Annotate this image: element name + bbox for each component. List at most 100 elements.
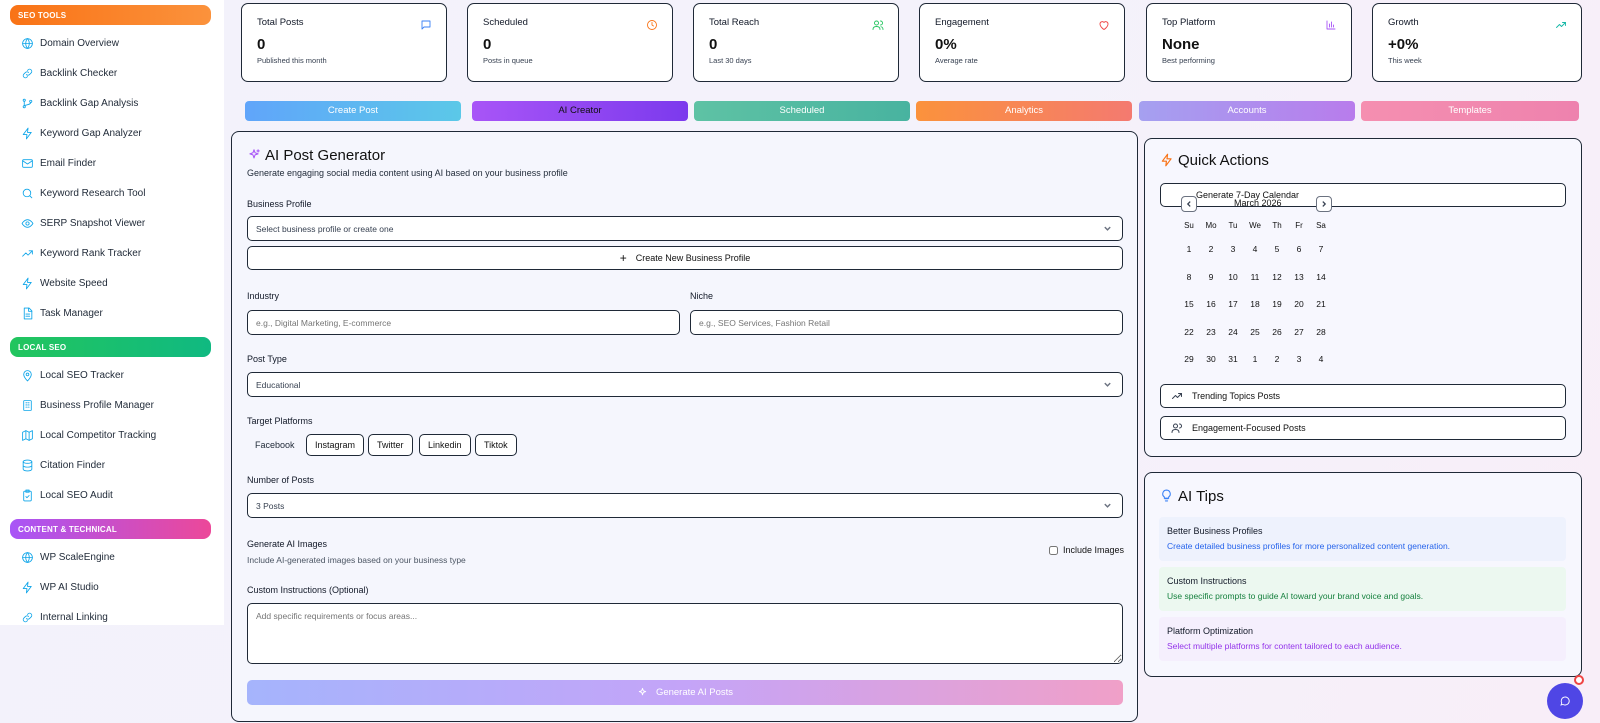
platform-chip-twitter[interactable]: Twitter [368, 434, 413, 456]
platform-chip-facebook[interactable]: Facebook [247, 434, 307, 456]
link-icon [20, 66, 34, 80]
generate-ai-posts-button[interactable]: Generate AI Posts [247, 680, 1123, 705]
calendar-day[interactable]: 31 [1222, 354, 1244, 364]
platform-chip-linkedin[interactable]: Linkedin [419, 434, 471, 456]
calendar-day[interactable]: 17 [1222, 299, 1244, 309]
sidebar-item-local-competitor-tracking[interactable]: Local Competitor Tracking [0, 420, 224, 450]
message-icon [420, 19, 432, 31]
sidebar-item-label: Internal Linking [40, 611, 108, 623]
business-profile-select[interactable]: Select business profile or create one [247, 216, 1123, 241]
calendar-day[interactable]: 21 [1310, 299, 1332, 309]
calendar-day[interactable]: 28 [1310, 327, 1332, 337]
calendar-month: March 2026 [1234, 198, 1282, 208]
sidebar-item-internal-linking[interactable]: Internal Linking [0, 602, 224, 625]
sidebar-item-wp-scaleengine[interactable]: WP ScaleEngine [0, 542, 224, 572]
sidebar-item-email-finder[interactable]: Email Finder [0, 148, 224, 178]
calendar-day[interactable]: 23 [1200, 327, 1222, 337]
calendar-day[interactable]: 19 [1266, 299, 1288, 309]
calendar-day[interactable]: 3 [1222, 244, 1244, 254]
tab-ai-creator[interactable]: AI Creator [472, 101, 688, 121]
calendar-day[interactable]: 13 [1288, 272, 1310, 282]
calendar-day[interactable]: 5 [1266, 244, 1288, 254]
sidebar-item-keyword-rank-tracker[interactable]: Keyword Rank Tracker [0, 238, 224, 268]
calendar-day[interactable]: 15 [1178, 299, 1200, 309]
industry-input[interactable] [247, 310, 680, 335]
calendar-day[interactable]: 7 [1310, 244, 1332, 254]
stat-title: Engagement [935, 17, 989, 28]
calendar-day[interactable]: 9 [1200, 272, 1222, 282]
calendar-day[interactable]: 11 [1244, 272, 1266, 282]
plus-icon: + [619, 251, 627, 265]
sidebar-item-local-seo-audit[interactable]: Local SEO Audit [0, 480, 224, 510]
stat-value: 0 [483, 36, 492, 53]
calendar-next-button[interactable] [1316, 196, 1332, 212]
calendar-day[interactable]: 4 [1310, 354, 1332, 364]
stat-subtitle: Posts in queue [483, 56, 533, 65]
include-images-toggle[interactable]: Include Images [1049, 545, 1124, 555]
calendar-day[interactable]: 25 [1244, 327, 1266, 337]
tab-analytics[interactable]: Analytics [916, 101, 1132, 121]
stat-value: 0% [935, 36, 957, 53]
calendar-day[interactable]: 6 [1288, 244, 1310, 254]
sidebar-item-citation-finder[interactable]: Citation Finder [0, 450, 224, 480]
sidebar-item-backlink-checker[interactable]: Backlink Checker [0, 58, 224, 88]
calendar-prev-button[interactable] [1181, 196, 1197, 212]
calendar-day[interactable]: 20 [1288, 299, 1310, 309]
stat-value: +0% [1388, 36, 1419, 53]
generate-images-label: Generate AI Images [247, 539, 328, 549]
platform-chip-tiktok[interactable]: Tiktok [475, 434, 517, 456]
calendar-day[interactable]: 3 [1288, 354, 1310, 364]
chat-bubble-icon [1560, 696, 1570, 706]
calendar-day[interactable]: 27 [1288, 327, 1310, 337]
sidebar-item-business-profile-manager[interactable]: Business Profile Manager [0, 390, 224, 420]
number-of-posts-select[interactable]: 3 Posts [247, 493, 1123, 518]
calendar-day[interactable]: 8 [1178, 272, 1200, 282]
sidebar-item-keyword-gap-analyzer[interactable]: Keyword Gap Analyzer [0, 118, 224, 148]
calendar-day[interactable]: 26 [1266, 327, 1288, 337]
include-images-label: Include Images [1063, 545, 1125, 555]
zap-icon [20, 580, 34, 594]
calendar-day[interactable]: 18 [1244, 299, 1266, 309]
generate-calendar-button[interactable]: Generate 7-Day Calendar [1160, 183, 1566, 207]
sidebar-item-wp-ai-studio[interactable]: WP AI Studio [0, 572, 224, 602]
platform-chip-instagram[interactable]: Instagram [306, 434, 365, 456]
custom-instructions-textarea[interactable] [247, 603, 1123, 664]
calendar-day[interactable]: 30 [1200, 354, 1222, 364]
stat-card-total-posts: Total Posts 0 Published this month [241, 3, 447, 82]
sidebar-item-serp-snapshot-viewer[interactable]: SERP Snapshot Viewer [0, 208, 224, 238]
calendar-day[interactable]: 4 [1244, 244, 1266, 254]
calendar-day[interactable]: 16 [1200, 299, 1222, 309]
sidebar-item-task-manager[interactable]: Task Manager [0, 298, 224, 328]
sidebar-item-keyword-research-tool[interactable]: Keyword Research Tool [0, 178, 224, 208]
calendar-day[interactable]: 10 [1222, 272, 1244, 282]
post-type-select[interactable]: Educational [247, 372, 1123, 397]
calendar-day[interactable]: 2 [1266, 354, 1288, 364]
generate-images-description: Include AI-generated images based on you… [247, 555, 466, 565]
tab-accounts[interactable]: Accounts [1139, 101, 1355, 121]
engagement-posts-button[interactable]: Engagement-Focused Posts [1160, 416, 1566, 440]
calendar-day[interactable]: 22 [1178, 327, 1200, 337]
calendar-day[interactable]: 12 [1266, 272, 1288, 282]
calendar-day[interactable]: 14 [1310, 272, 1332, 282]
weekday-label: Fr [1295, 221, 1303, 230]
sidebar-item-backlink-gap-analysis[interactable]: Backlink Gap Analysis [0, 88, 224, 118]
sidebar-item-local-seo-tracker[interactable]: Local SEO Tracker [0, 360, 224, 390]
sidebar-item-website-speed[interactable]: Website Speed [0, 268, 224, 298]
stat-value: 0 [709, 36, 718, 53]
tab-templates[interactable]: Templates [1361, 101, 1579, 121]
calendar-day[interactable]: 29 [1178, 354, 1200, 364]
create-business-profile-button[interactable]: + Create New Business Profile [247, 246, 1123, 270]
lightbulb-icon [1160, 489, 1173, 502]
calendar-day[interactable]: 2 [1200, 244, 1222, 254]
niche-input[interactable] [690, 310, 1123, 335]
calendar-day[interactable]: 1 [1178, 244, 1200, 254]
chat-button[interactable] [1547, 683, 1583, 719]
include-images-checkbox[interactable] [1049, 545, 1058, 555]
calendar-day[interactable]: 24 [1222, 327, 1244, 337]
calendar-day[interactable]: 1 [1244, 354, 1266, 364]
trending-topics-button[interactable]: Trending Topics Posts [1160, 384, 1566, 408]
sidebar-item-domain-overview[interactable]: Domain Overview [0, 28, 224, 58]
tab-scheduled[interactable]: Scheduled [694, 101, 910, 121]
number-of-posts-value: 3 Posts [256, 500, 285, 511]
tab-create-post[interactable]: Create Post [245, 101, 461, 121]
